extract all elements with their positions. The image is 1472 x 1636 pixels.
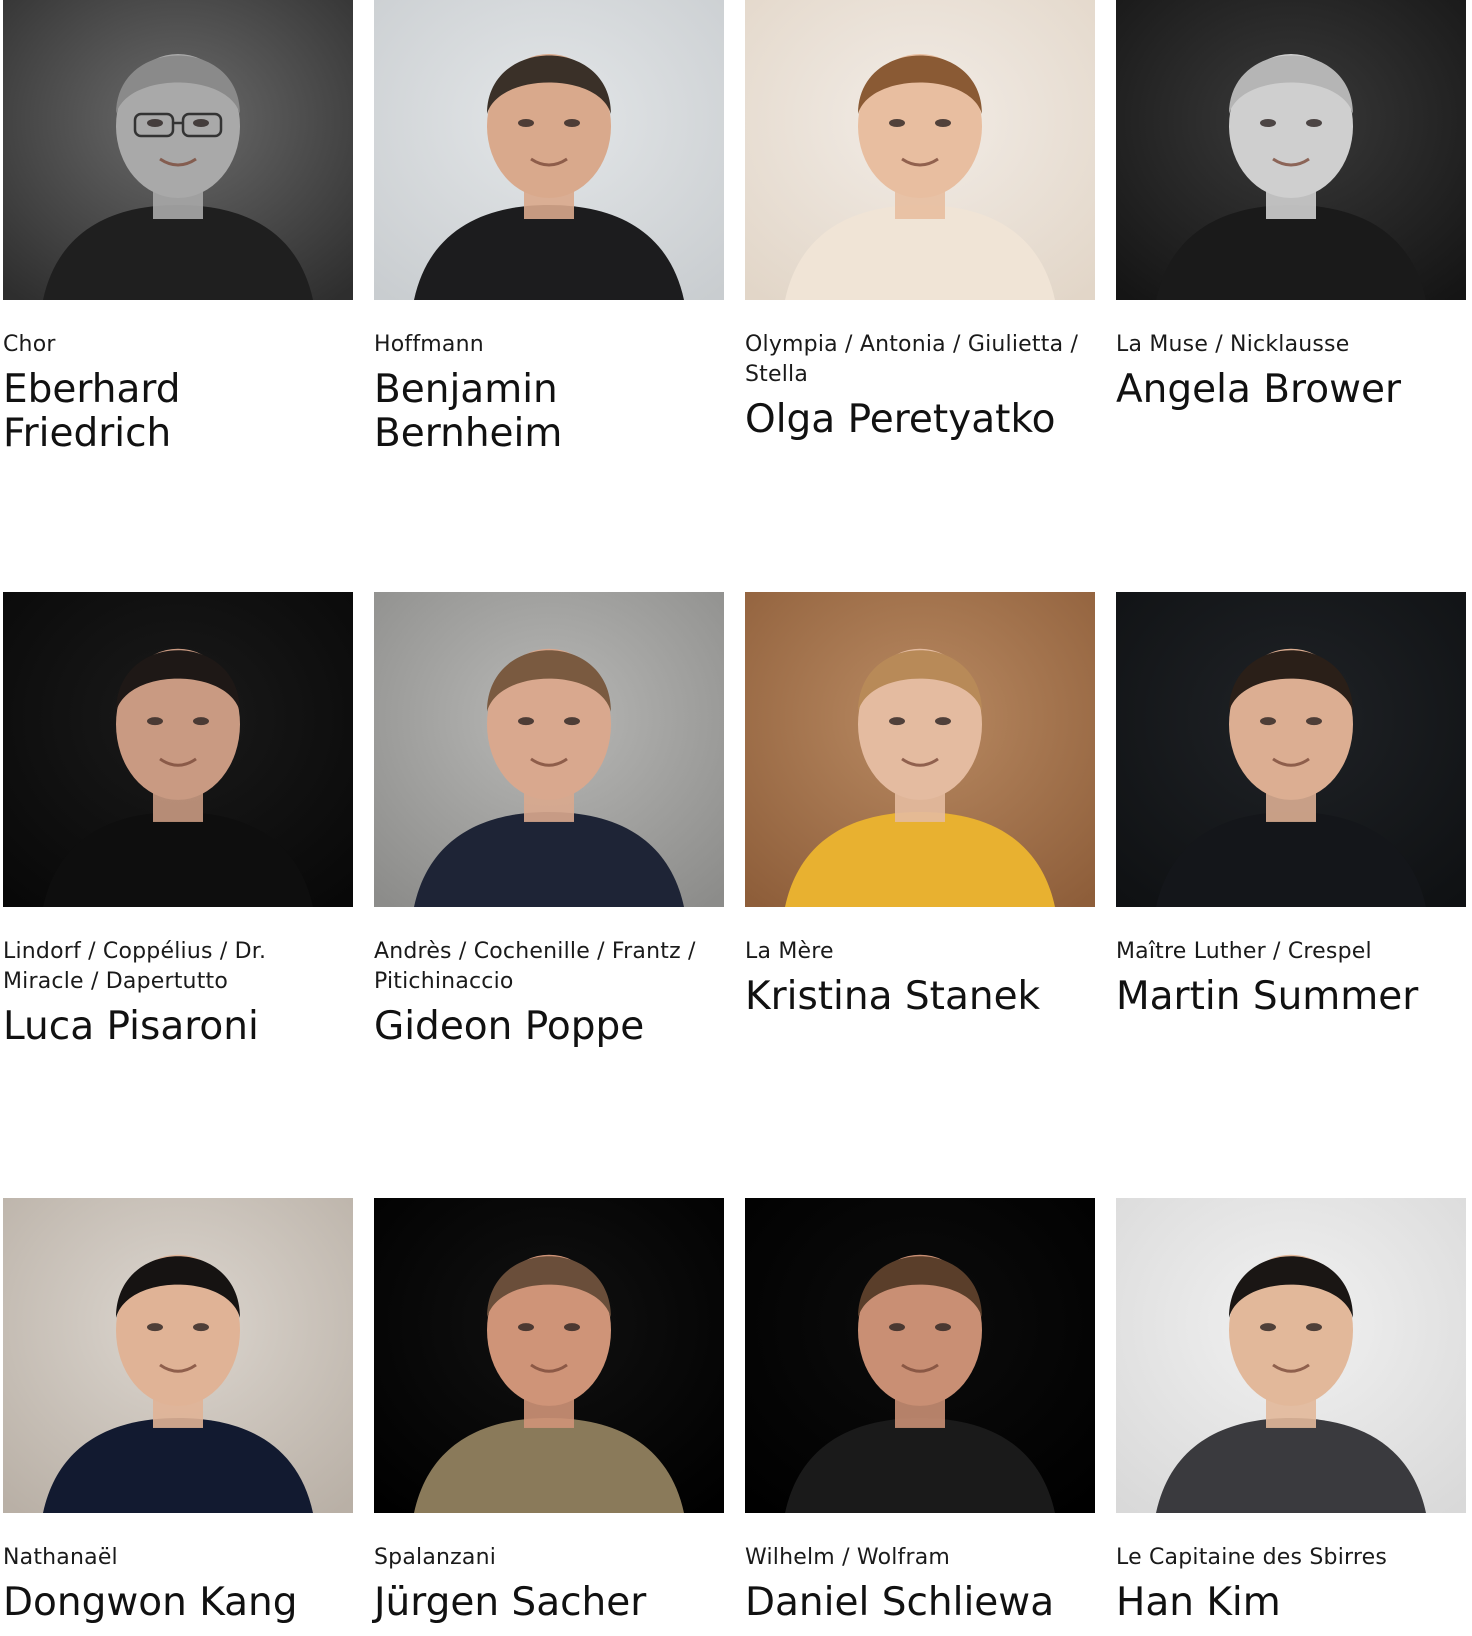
eye-left bbox=[147, 1323, 163, 1332]
eye-left bbox=[889, 119, 905, 127]
eye-left bbox=[147, 119, 163, 127]
portrait-photo[interactable] bbox=[3, 0, 353, 300]
cast-role: La Mère bbox=[745, 939, 834, 964]
eye-right bbox=[935, 717, 951, 726]
eye-left bbox=[1260, 1323, 1276, 1332]
portrait-illustration bbox=[374, 592, 724, 907]
portrait-illustration bbox=[374, 1198, 724, 1513]
eye-right bbox=[935, 119, 951, 127]
portrait-illustration bbox=[1116, 1198, 1466, 1513]
portrait-photo[interactable] bbox=[1116, 1198, 1466, 1513]
cast-name[interactable]: Dongwon Kang bbox=[3, 1581, 348, 1625]
cast-name[interactable]: Han Kim bbox=[1116, 1581, 1461, 1625]
eye-left bbox=[1260, 119, 1276, 127]
eye-right bbox=[1306, 119, 1322, 127]
eye-left bbox=[518, 119, 534, 127]
eye-right bbox=[193, 717, 209, 726]
eye-right bbox=[193, 1323, 209, 1332]
cast-card[interactable]: Chor Eberhard Friedrich bbox=[3, 0, 353, 456]
portrait-photo[interactable] bbox=[745, 592, 1095, 907]
portrait-illustration bbox=[745, 592, 1095, 907]
portrait-illustration bbox=[374, 0, 724, 300]
cast-name[interactable]: Olga Peretyatko bbox=[745, 398, 1090, 442]
cast-card[interactable]: Olympia / Antonia / Giulietta / Stella O… bbox=[745, 0, 1095, 442]
portrait-photo[interactable] bbox=[374, 0, 724, 300]
eye-left bbox=[1260, 717, 1276, 726]
cast-role: Nathanaël bbox=[3, 1545, 118, 1570]
portrait-photo[interactable] bbox=[374, 1198, 724, 1513]
cast-card[interactable]: Wilhelm / Wolfram Daniel Schliewa bbox=[745, 1198, 1095, 1625]
cast-card[interactable]: La Mère Kristina Stanek bbox=[745, 592, 1095, 1019]
cast-card[interactable]: Andrès / Cochenille / Frantz / Pitichina… bbox=[374, 592, 724, 1049]
portrait-illustration bbox=[3, 1198, 353, 1513]
cast-card[interactable]: Nathanaël Dongwon Kang bbox=[3, 1198, 353, 1625]
eye-left bbox=[518, 717, 534, 726]
cast-role: Lindorf / Coppélius / Dr. Miracle / Dape… bbox=[3, 939, 267, 994]
portrait-illustration bbox=[745, 0, 1095, 300]
cast-name[interactable]: Eberhard Friedrich bbox=[3, 368, 348, 456]
eye-right bbox=[564, 1323, 580, 1332]
cast-name[interactable]: Gideon Poppe bbox=[374, 1005, 719, 1049]
cast-name[interactable]: Luca Pisaroni bbox=[3, 1005, 348, 1049]
cast-name[interactable]: Daniel Schliewa bbox=[745, 1581, 1090, 1625]
portrait-photo[interactable] bbox=[745, 0, 1095, 300]
eye-right bbox=[935, 1323, 951, 1332]
portrait-illustration bbox=[1116, 592, 1466, 907]
cast-card[interactable]: Lindorf / Coppélius / Dr. Miracle / Dape… bbox=[3, 592, 353, 1049]
portrait-illustration bbox=[745, 1198, 1095, 1513]
eye-right bbox=[193, 119, 209, 127]
cast-name[interactable]: Jürgen Sacher bbox=[374, 1581, 719, 1625]
cast-role: Chor bbox=[3, 332, 56, 357]
cast-card[interactable]: La Muse / Nicklausse Angela Brower bbox=[1116, 0, 1466, 412]
cast-role: La Muse / Nicklausse bbox=[1116, 332, 1350, 357]
cast-card[interactable]: Maître Luther / Crespel Martin Summer bbox=[1116, 592, 1466, 1019]
cast-role: Maître Luther / Crespel bbox=[1116, 939, 1372, 964]
cast-role: Hoffmann bbox=[374, 332, 484, 357]
cast-card[interactable]: Spalanzani Jürgen Sacher bbox=[374, 1198, 724, 1625]
portrait-photo[interactable] bbox=[3, 1198, 353, 1513]
eye-right bbox=[1306, 717, 1322, 726]
cast-role: Olympia / Antonia / Giulietta / Stella bbox=[745, 332, 1079, 387]
eye-left bbox=[147, 717, 163, 726]
eye-right bbox=[564, 119, 580, 127]
cast-grid: Chor Eberhard Friedrich Hoffmann Benjami… bbox=[0, 0, 1472, 1636]
portrait-photo[interactable] bbox=[1116, 592, 1466, 907]
eye-left bbox=[889, 717, 905, 726]
portrait-photo[interactable] bbox=[1116, 0, 1466, 300]
eye-right bbox=[1306, 1323, 1322, 1332]
portrait-illustration bbox=[3, 592, 353, 907]
portrait-photo[interactable] bbox=[3, 592, 353, 907]
cast-role: Spalanzani bbox=[374, 1545, 497, 1570]
cast-name[interactable]: Benjamin Bernheim bbox=[374, 368, 719, 456]
portrait-photo[interactable] bbox=[745, 1198, 1095, 1513]
cast-card[interactable]: Hoffmann Benjamin Bernheim bbox=[374, 0, 724, 456]
portrait-illustration bbox=[1116, 0, 1466, 300]
cast-role: Le Capitaine des Sbirres bbox=[1116, 1545, 1388, 1570]
cast-name[interactable]: Martin Summer bbox=[1116, 975, 1461, 1019]
eye-right bbox=[564, 717, 580, 726]
cast-card[interactable]: Le Capitaine des Sbirres Han Kim bbox=[1116, 1198, 1466, 1625]
cast-name[interactable]: Kristina Stanek bbox=[745, 975, 1090, 1019]
cast-name[interactable]: Angela Brower bbox=[1116, 368, 1461, 412]
portrait-photo[interactable] bbox=[374, 592, 724, 907]
eye-left bbox=[889, 1323, 905, 1332]
eye-left bbox=[518, 1323, 534, 1332]
cast-role: Andrès / Cochenille / Frantz / Pitichina… bbox=[374, 939, 696, 994]
portrait-illustration bbox=[3, 0, 353, 300]
cast-role: Wilhelm / Wolfram bbox=[745, 1545, 951, 1570]
